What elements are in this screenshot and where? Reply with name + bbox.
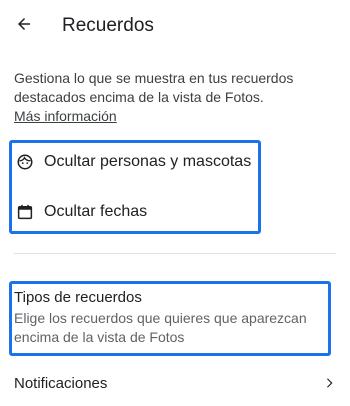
memory-types-description: Elige los recuerdos que quieres que apar… bbox=[14, 310, 307, 345]
chevron-right-icon bbox=[322, 376, 336, 390]
top-app-bar: Recuerdos bbox=[0, 0, 350, 56]
hide-people-label: Ocultar personas y mascotas bbox=[44, 153, 252, 170]
intro-text-block: Gestiona lo que se muestra en tus recuer… bbox=[14, 69, 336, 126]
hide-people-and-pets-option[interactable]: Ocultar personas y mascotas bbox=[16, 150, 251, 174]
arrow-left-icon bbox=[15, 15, 33, 38]
back-button[interactable] bbox=[10, 12, 38, 40]
page-title: Recuerdos bbox=[62, 15, 154, 36]
face-icon bbox=[16, 153, 34, 171]
notifications-label: Notificaciones bbox=[14, 374, 108, 392]
intro-description: Gestiona lo que se muestra en tus recuer… bbox=[14, 70, 294, 105]
memory-types-item[interactable]: Tipos de recuerdos Elige los recuerdos q… bbox=[14, 288, 324, 347]
learn-more-link[interactable]: Más información bbox=[14, 107, 117, 126]
hide-dates-label: Ocultar fechas bbox=[44, 203, 148, 220]
calendar-icon bbox=[16, 203, 34, 221]
hide-dates-option[interactable]: Ocultar fechas bbox=[16, 200, 147, 224]
section-divider bbox=[14, 253, 336, 254]
notifications-item[interactable]: Notificaciones bbox=[14, 371, 336, 395]
memories-settings-page: Recuerdos Gestiona lo que se muestra en … bbox=[0, 0, 350, 406]
memory-types-title: Tipos de recuerdos bbox=[14, 289, 142, 306]
